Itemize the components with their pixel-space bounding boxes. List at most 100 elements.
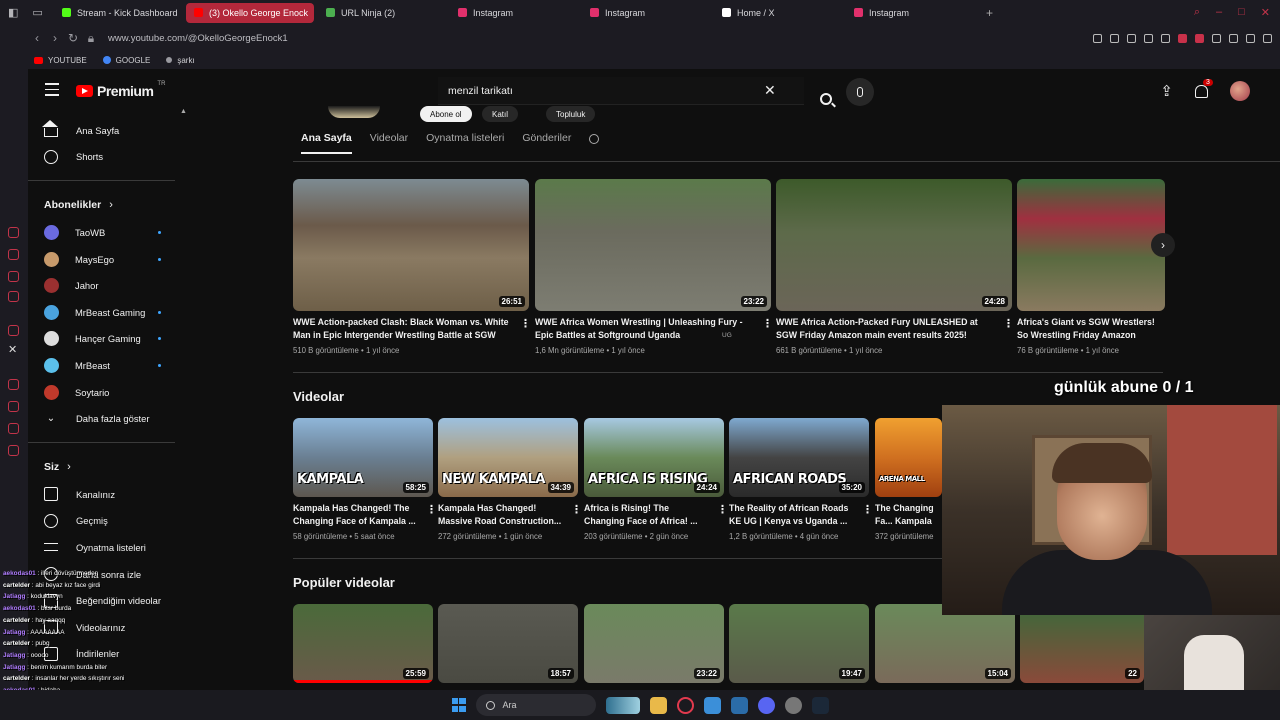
channel-search-icon[interactable] [589,134,600,144]
app-icon[interactable] [784,696,802,714]
video-thumbnail[interactable] [1017,179,1165,311]
subscription-item[interactable]: Hançer Gaming [28,326,183,353]
subscribe-button[interactable]: Abone ol [420,106,472,122]
tab-home[interactable]: Ana Sayfa [301,132,352,154]
hamburger-menu-icon[interactable] [45,83,59,100]
instagram-sidebar-icon[interactable] [8,325,19,336]
ai-icon[interactable] [1246,33,1255,43]
channel-avatar[interactable] [328,106,380,118]
x-sidebar-icon[interactable]: ✕ [8,343,19,356]
bookmark-sarki[interactable]: şarkı [166,56,195,65]
sidebar-item[interactable]: Oynatma listeleri [28,534,183,561]
menu-icon[interactable] [1263,33,1272,43]
extension-icon[interactable] [1178,33,1187,43]
sidebar-app-icon[interactable] [8,227,19,238]
sidebar-app-icon[interactable] [8,401,19,412]
you-heading[interactable]: Siz › [28,453,183,481]
steam-icon[interactable] [811,696,829,714]
subscription-item[interactable]: MaysEgo [28,246,183,273]
browser-tab[interactable]: URL Ninja (2) [318,3,446,23]
search-tabs-icon[interactable]: ⌕ [1194,6,1200,19]
video-thumbnail[interactable]: KAMPALA 58:25 [293,418,433,497]
maximize-icon[interactable]: □ [1238,6,1245,19]
youtube-premium-logo[interactable]: Premium TR [76,81,165,99]
url-field[interactable]: www.youtube.com/@OkelloGeorgeEnock1 [108,33,288,44]
video-title[interactable]: Africa is Rising! The Changing Face of A… [584,502,712,529]
sidebar-app-icon[interactable] [8,271,19,282]
video-thumbnail[interactable]: 23:22 [584,604,724,683]
search-button[interactable] [802,85,850,113]
heart-icon[interactable] [1161,33,1170,43]
videos-section-title[interactable]: Videolar [293,389,344,404]
popular-section-title[interactable]: Popüler videolar [293,575,395,590]
windows-start-icon[interactable] [451,698,466,712]
browser-tab[interactable]: Instagram [582,3,710,23]
sidebar-item[interactable]: Kanalınız [28,481,183,508]
reload-icon[interactable]: ↻ [64,31,82,45]
subscriptions-heading[interactable]: Abonelikler › [28,191,183,219]
video-title[interactable]: The Reality of African Roads KE UG | Ken… [729,502,857,529]
video-title[interactable]: Kampala Has Changed! The Changing Face o… [293,502,421,529]
browser-tab[interactable]: Home / X [714,3,842,23]
sidebar-item-home[interactable]: Ana Sayfa [28,117,183,144]
video-thumbnail[interactable]: 25:59 [293,604,433,683]
opera-gx-icon[interactable] [676,696,694,714]
sidebar-app-icon[interactable] [8,379,19,390]
download-icon[interactable] [1229,33,1238,43]
bookmark-google[interactable]: GOOGLE [102,56,150,65]
video-thumbnail[interactable]: 19:47 [729,604,869,683]
notifications-bell-icon[interactable]: 3 [1195,78,1213,98]
sidebar-scroll-up-icon[interactable]: ▲ [180,108,187,115]
file-explorer-icon[interactable] [649,696,667,714]
join-button[interactable]: Katıl [482,106,519,122]
search-input[interactable] [438,84,758,97]
video-menu-icon[interactable]: ⋮ [862,503,873,516]
video-thumbnail[interactable]: 15:04 [875,604,1015,683]
subscription-item[interactable]: Soytario [28,379,183,406]
video-title[interactable]: WWE Africa Action-Packed Fury UNLEASHED … [776,316,998,343]
extension-icon[interactable] [1195,33,1204,43]
video-menu-icon[interactable]: ⋮ [426,503,437,516]
clear-search-icon[interactable]: ✕ [764,82,776,99]
screenshot-icon[interactable] [1110,33,1119,43]
video-thumbnail[interactable]: NEW KAMPALA 34:39 [438,418,578,497]
browser-tab[interactable]: Instagram [846,3,974,23]
carousel-next-button[interactable]: › [1151,233,1175,257]
browser-tab[interactable]: (3) Okello George Enock [186,2,314,23]
account-avatar[interactable] [1230,81,1250,101]
puzzle-icon[interactable] [1212,33,1221,43]
close-window-icon[interactable]: ✕ [1261,6,1270,19]
tab-posts[interactable]: Gönderiler [522,132,571,154]
video-thumbnail[interactable]: 26:51 [293,179,529,311]
subscription-item[interactable]: MrBeast [28,352,183,379]
video-title[interactable]: WWE Action-packed Clash: Black Woman vs.… [293,316,515,343]
discord-icon[interactable] [757,696,775,714]
community-button[interactable]: Topluluk [546,106,596,122]
video-thumbnail[interactable]: ARENA MALL [875,418,942,497]
sidebar-item[interactable]: Geçmiş [28,508,183,535]
subscription-item[interactable]: TaoWB [28,219,183,246]
subscription-item[interactable]: Jahor [28,272,183,299]
sidebar-toggle-icon[interactable]: ◧ [8,6,18,19]
video-thumbnail[interactable]: 23:22 [535,179,771,311]
app-icon[interactable] [703,696,721,714]
video-title[interactable]: The Changing Fa... Kampala Ugand... [875,502,942,529]
tab-playlists[interactable]: Oynatma listeleri [426,132,504,154]
video-thumbnail[interactable]: 18:57 [438,604,578,683]
video-thumbnail[interactable]: AFRICAN ROADS 35:20 [729,418,869,497]
workspaces-icon[interactable]: ▭ [32,6,42,19]
pin-icon[interactable] [1093,33,1102,43]
tab-videos[interactable]: Videolar [370,132,408,154]
browser-tab[interactable]: Stream - Kick Dashboard [54,3,182,23]
subscription-item[interactable]: MrBeast Gaming [28,299,183,326]
sidebar-item-shorts[interactable]: Shorts [28,144,183,171]
video-thumbnail[interactable]: 24:28 [776,179,1012,311]
video-menu-icon[interactable]: ⋮ [717,503,728,516]
video-thumbnail[interactable]: 22 [1020,604,1144,683]
sidebar-app-icon[interactable] [8,249,19,260]
back-icon[interactable]: ‹ [28,31,46,45]
widgets-icon[interactable] [605,696,640,714]
forward-icon[interactable]: › [46,31,64,45]
settings-sidebar-icon[interactable] [8,445,19,456]
video-thumbnail[interactable]: AFRICA IS RISING 24:24 [584,418,724,497]
